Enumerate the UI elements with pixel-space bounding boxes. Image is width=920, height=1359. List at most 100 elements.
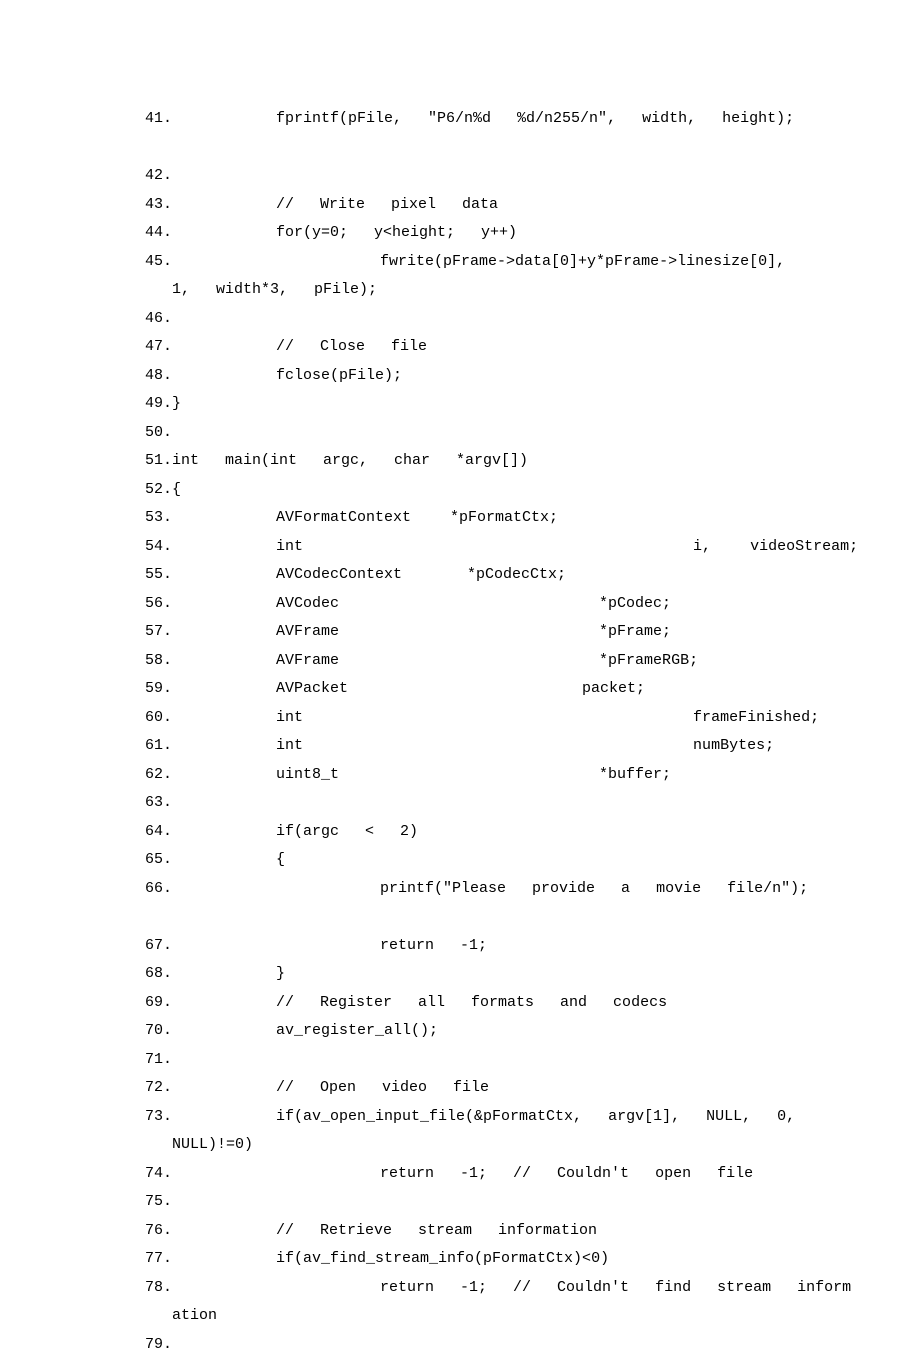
line-number: 74.	[138, 1160, 172, 1189]
line-number: 50.	[138, 419, 172, 448]
code-content: for(y=0; y<height; y++)	[172, 219, 543, 248]
code-content: // Retrieve stream information	[172, 1217, 623, 1246]
code-content: fclose(pFile);	[172, 362, 428, 391]
code-content	[172, 419, 198, 448]
line-number: 69.	[138, 989, 172, 1018]
code-content	[172, 305, 198, 334]
code-line: 56. AVCodec *pCodec;	[0, 590, 920, 619]
code-content: if(av_find_stream_info(pFormatCtx)<0)	[172, 1245, 635, 1274]
line-number: 66.	[138, 875, 172, 904]
code-line: 67. return -1;	[0, 932, 920, 961]
line-number: 68.	[138, 960, 172, 989]
code-line: 74. return -1; // Couldn't open file	[0, 1160, 920, 1189]
code-line-continuation: ation	[0, 1302, 920, 1331]
code-line: 58. AVFrame *pFrameRGB;	[0, 647, 920, 676]
line-number: 67.	[138, 932, 172, 961]
code-line: 79.	[0, 1331, 920, 1359]
code-line: 57. AVFrame *pFrame;	[0, 618, 920, 647]
line-number: 54.	[138, 533, 172, 562]
code-line: 53. AVFormatContext *pFormatCtx;	[0, 504, 920, 533]
code-line: 49.}	[0, 390, 920, 419]
code-line: 48. fclose(pFile);	[0, 362, 920, 391]
line-number: 44.	[138, 219, 172, 248]
code-line: 68. }	[0, 960, 920, 989]
code-content: return -1; // Couldn't open file	[172, 1160, 779, 1189]
code-content: AVCodecContext *pCodecCtx;	[172, 561, 592, 590]
code-line: 63.	[0, 789, 920, 818]
code-line: 61. int numBytes;	[0, 732, 920, 761]
code-content: {	[172, 476, 207, 505]
line-number: 53.	[138, 504, 172, 533]
code-line: 54. int i, videoStream;	[0, 533, 920, 562]
code-content	[172, 789, 198, 818]
code-content: // Write pixel data	[172, 191, 524, 220]
line-number: 61.	[138, 732, 172, 761]
code-content: AVPacket packet;	[172, 675, 671, 704]
code-content: }	[172, 960, 311, 989]
document-page: 41. fprintf(pFile, "P6/n%d %d/n255/n", w…	[0, 0, 920, 1359]
code-line: 73. if(av_open_input_file(&pFormatCtx, a…	[0, 1103, 920, 1132]
code-content: }	[172, 390, 207, 419]
line-number: 47.	[138, 333, 172, 362]
code-line-continuation	[0, 134, 920, 163]
line-number: 52.	[138, 476, 172, 505]
line-number: 45.	[138, 248, 172, 277]
line-number: 63.	[138, 789, 172, 818]
code-content: AVFrame *pFrameRGB;	[172, 647, 724, 676]
code-content	[172, 134, 198, 163]
line-number: 70.	[138, 1017, 172, 1046]
line-number: 41.	[138, 105, 172, 134]
code-line: 71.	[0, 1046, 920, 1075]
code-line: 60. int frameFinished;	[0, 704, 920, 733]
line-number: 51.	[138, 447, 172, 476]
code-line: 70. av_register_all();	[0, 1017, 920, 1046]
line-number: 42.	[138, 162, 172, 191]
code-line: 47. // Close file	[0, 333, 920, 362]
line-number: 64.	[138, 818, 172, 847]
code-line: 72. // Open video file	[0, 1074, 920, 1103]
code-content: fprintf(pFile, "P6/n%d %d/n255/n", width…	[172, 105, 794, 134]
code-content: fwrite(pFrame->data[0]+y*pFrame->linesiz…	[172, 248, 811, 277]
code-line: 52.{	[0, 476, 920, 505]
code-content	[172, 903, 198, 932]
code-line: 42.	[0, 162, 920, 191]
line-number: 57.	[138, 618, 172, 647]
line-number: 60.	[138, 704, 172, 733]
code-content: // Open video file	[172, 1074, 515, 1103]
line-number: 55.	[138, 561, 172, 590]
line-number: 79.	[138, 1331, 172, 1359]
code-line: 69. // Register all formats and codecs	[0, 989, 920, 1018]
code-line: 64. if(argc < 2)	[0, 818, 920, 847]
code-content: {	[172, 846, 311, 875]
code-line: 41. fprintf(pFile, "P6/n%d %d/n255/n", w…	[0, 105, 920, 134]
line-number: 76.	[138, 1217, 172, 1246]
code-line: 75.	[0, 1188, 920, 1217]
line-number: 78.	[138, 1274, 172, 1303]
code-content: 1, width*3, pFile);	[172, 276, 403, 305]
code-content	[172, 162, 198, 191]
code-content: printf("Please provide a movie file/n");	[172, 875, 808, 904]
code-line: 44. for(y=0; y<height; y++)	[0, 219, 920, 248]
line-number: 56.	[138, 590, 172, 619]
code-line: 43. // Write pixel data	[0, 191, 920, 220]
line-number: 65.	[138, 846, 172, 875]
code-content: int numBytes;	[172, 732, 800, 761]
line-number: 71.	[138, 1046, 172, 1075]
code-content	[172, 1188, 198, 1217]
code-content: AVFrame *pFrame;	[172, 618, 710, 647]
code-content	[172, 1046, 198, 1075]
code-content: int i, videoStream;	[172, 533, 884, 562]
code-content: NULL)!=0)	[172, 1131, 279, 1160]
code-content: AVFormatContext *pFormatCtx;	[172, 504, 584, 533]
code-line-continuation: NULL)!=0)	[0, 1131, 920, 1160]
code-line: 45. fwrite(pFrame->data[0]+y*pFrame->lin…	[0, 248, 920, 277]
line-number: 75.	[138, 1188, 172, 1217]
code-line: 55. AVCodecContext *pCodecCtx;	[0, 561, 920, 590]
code-line: 50.	[0, 419, 920, 448]
line-number: 58.	[138, 647, 172, 676]
code-content: return -1; // Couldn't find stream infor…	[172, 1274, 851, 1303]
line-number: 73.	[138, 1103, 172, 1132]
code-content: // Close file	[172, 333, 453, 362]
code-content: ation	[172, 1302, 243, 1331]
code-line: 46.	[0, 305, 920, 334]
